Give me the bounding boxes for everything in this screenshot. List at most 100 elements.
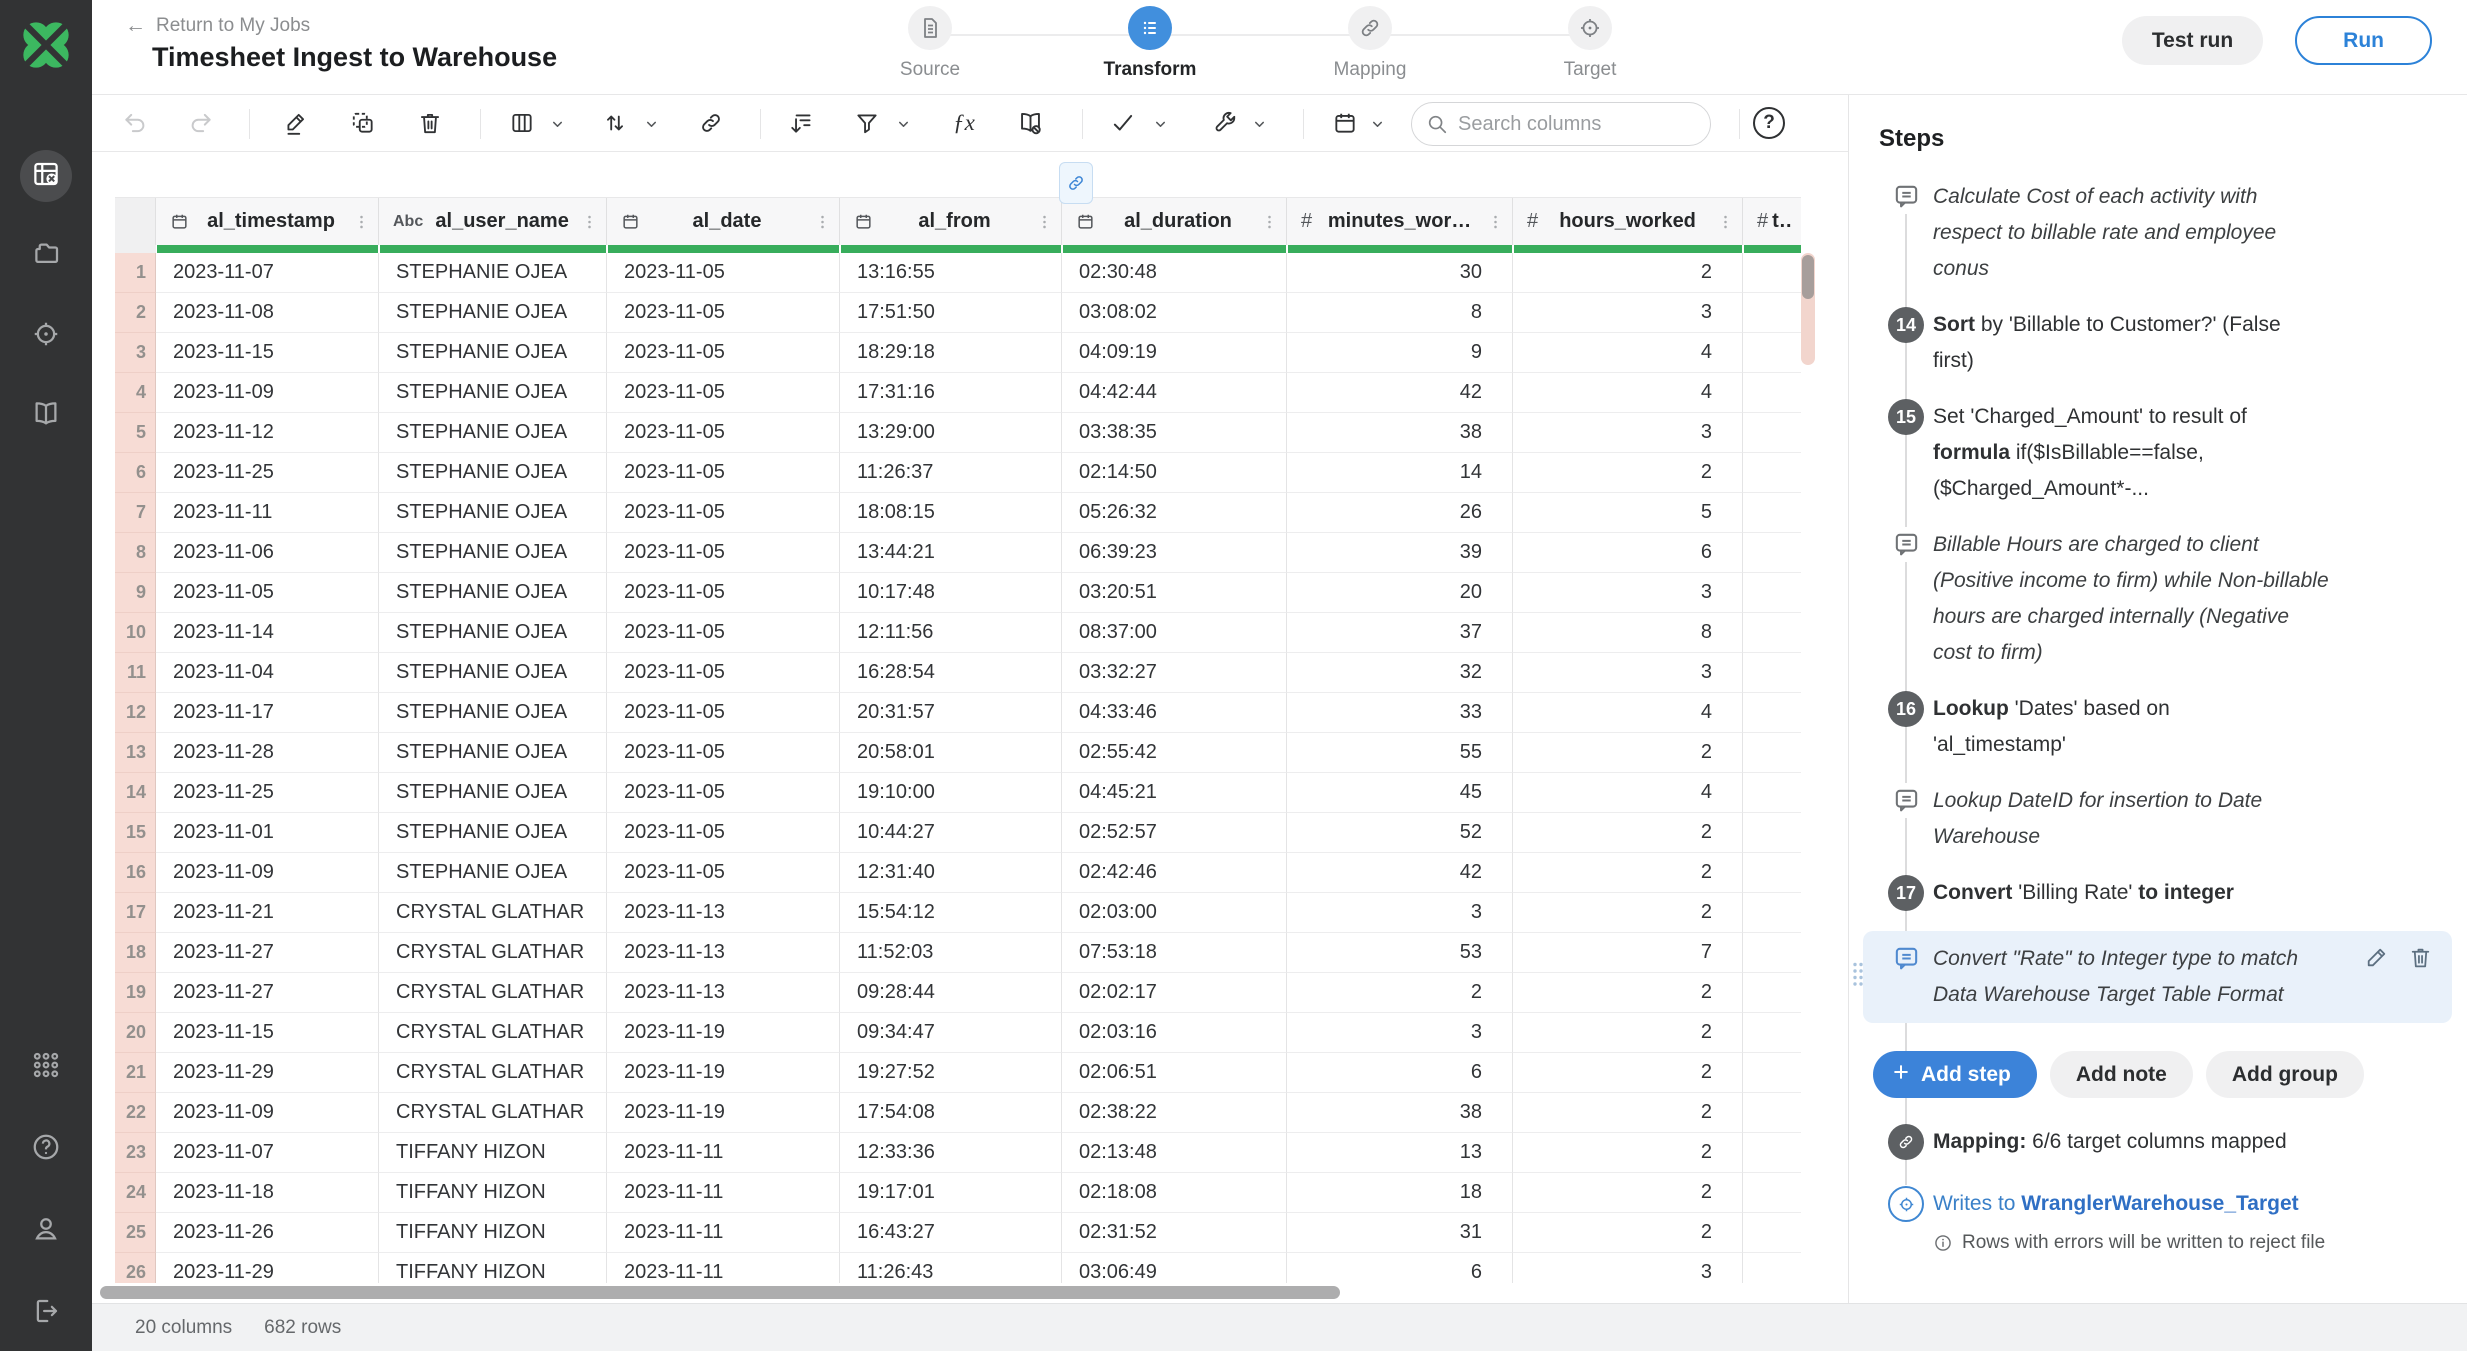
cell-tot[interactable] bbox=[1743, 653, 1801, 693]
sort-icon[interactable] bbox=[598, 106, 632, 140]
cell-al_date[interactable]: 2023-11-11 bbox=[607, 1213, 840, 1253]
vertical-scrollbar[interactable] bbox=[1802, 255, 1814, 299]
cell-al_timestamp[interactable]: 2023-11-07 bbox=[156, 253, 379, 293]
cell-al_user_name[interactable]: TIFFANY HIZON bbox=[379, 1173, 607, 1213]
row-number[interactable]: 10 bbox=[115, 613, 156, 653]
cell-al_timestamp[interactable]: 2023-11-25 bbox=[156, 773, 379, 813]
cell-al_duration[interactable]: 02:02:17 bbox=[1062, 973, 1287, 1013]
cell-tot[interactable] bbox=[1743, 973, 1801, 1013]
row-number[interactable]: 13 bbox=[115, 733, 156, 773]
cell-al_duration[interactable]: 02:42:46 bbox=[1062, 853, 1287, 893]
cell-al_user_name[interactable]: STEPHANIE OJEA bbox=[379, 813, 607, 853]
cell-al_timestamp[interactable]: 2023-11-28 bbox=[156, 733, 379, 773]
cell-al_duration[interactable]: 02:06:51 bbox=[1062, 1053, 1287, 1093]
cell-al_timestamp[interactable]: 2023-11-29 bbox=[156, 1253, 379, 1283]
cell-al_from[interactable]: 11:26:37 bbox=[840, 453, 1062, 493]
cell-tot[interactable] bbox=[1743, 1133, 1801, 1173]
column-header-tot[interactable]: #tot bbox=[1743, 198, 1801, 245]
column-menu-kebab-icon[interactable] bbox=[1795, 211, 1801, 233]
cell-al_from[interactable]: 10:44:27 bbox=[840, 813, 1062, 853]
row-number[interactable]: 22 bbox=[115, 1093, 156, 1133]
cell-al_date[interactable]: 2023-11-05 bbox=[607, 653, 840, 693]
add-step-button[interactable]: Add step bbox=[1873, 1051, 2037, 1098]
cell-hours_worked[interactable]: 7 bbox=[1513, 933, 1743, 973]
column-menu-kebab-icon[interactable] bbox=[1036, 211, 1053, 233]
row-number[interactable]: 5 bbox=[115, 413, 156, 453]
cell-hours_worked[interactable]: 2 bbox=[1513, 1093, 1743, 1133]
target-summary-row[interactable]: Writes to WranglerWarehouse_Target bbox=[1888, 1186, 2467, 1222]
cell-minutes_wor…[interactable]: 31 bbox=[1287, 1213, 1513, 1253]
cell-al_from[interactable]: 11:52:03 bbox=[840, 933, 1062, 973]
step-note[interactable]: Lookup DateID for insertion to DateWareh… bbox=[1849, 783, 2467, 855]
cell-al_user_name[interactable]: STEPHANIE OJEA bbox=[379, 453, 607, 493]
cell-tot[interactable] bbox=[1743, 373, 1801, 413]
cell-hours_worked[interactable]: 4 bbox=[1513, 693, 1743, 733]
sidebar-item-logout[interactable] bbox=[28, 1295, 64, 1331]
row-number[interactable]: 16 bbox=[115, 853, 156, 893]
cell-al_duration[interactable]: 02:31:52 bbox=[1062, 1213, 1287, 1253]
step-15[interactable]: 15Set 'Charged_Amount' to result offormu… bbox=[1849, 399, 2467, 507]
cell-al_user_name[interactable]: STEPHANIE OJEA bbox=[379, 733, 607, 773]
chevron-down-icon[interactable] bbox=[548, 115, 566, 133]
help-icon[interactable] bbox=[1753, 107, 1785, 139]
cell-tot[interactable] bbox=[1743, 1013, 1801, 1053]
cell-minutes_wor…[interactable]: 42 bbox=[1287, 853, 1513, 893]
cell-al_duration[interactable]: 02:30:48 bbox=[1062, 253, 1287, 293]
cell-tot[interactable] bbox=[1743, 1093, 1801, 1133]
mapping-summary-row[interactable]: Mapping: 6/6 target columns mapped bbox=[1888, 1124, 2467, 1160]
row-number[interactable]: 2 bbox=[115, 293, 156, 333]
cell-al_from[interactable]: 16:28:54 bbox=[840, 653, 1062, 693]
cell-tot[interactable] bbox=[1743, 853, 1801, 893]
cell-al_timestamp[interactable]: 2023-11-29 bbox=[156, 1053, 379, 1093]
cell-al_user_name[interactable]: CRYSTAL GLATHAR bbox=[379, 1093, 607, 1133]
cell-tot[interactable] bbox=[1743, 573, 1801, 613]
cell-al_date[interactable]: 2023-11-05 bbox=[607, 573, 840, 613]
cell-al_date[interactable]: 2023-11-05 bbox=[607, 613, 840, 653]
date-calendar-icon[interactable] bbox=[1328, 106, 1362, 140]
cell-al_from[interactable]: 20:31:57 bbox=[840, 693, 1062, 733]
edit-note-icon[interactable] bbox=[2364, 945, 2390, 971]
row-number[interactable]: 4 bbox=[115, 373, 156, 413]
row-number[interactable]: 9 bbox=[115, 573, 156, 613]
row-number[interactable]: 21 bbox=[115, 1053, 156, 1093]
cell-al_timestamp[interactable]: 2023-11-21 bbox=[156, 893, 379, 933]
cell-hours_worked[interactable]: 3 bbox=[1513, 293, 1743, 333]
cell-al_timestamp[interactable]: 2023-11-06 bbox=[156, 533, 379, 573]
cell-al_duration[interactable]: 02:03:00 bbox=[1062, 893, 1287, 933]
cell-al_duration[interactable]: 02:03:16 bbox=[1062, 1013, 1287, 1053]
cell-al_timestamp[interactable]: 2023-11-01 bbox=[156, 813, 379, 853]
sidebar-item-apps[interactable] bbox=[28, 1049, 64, 1085]
cell-minutes_wor…[interactable]: 13 bbox=[1287, 1133, 1513, 1173]
cell-tot[interactable] bbox=[1743, 933, 1801, 973]
join-link-icon[interactable] bbox=[694, 106, 728, 140]
cell-tot[interactable] bbox=[1743, 253, 1801, 293]
writes-to-link[interactable]: Writes to WranglerWarehouse_Target bbox=[1933, 1192, 2299, 1216]
cell-al_user_name[interactable]: CRYSTAL GLATHAR bbox=[379, 1013, 607, 1053]
cell-tot[interactable] bbox=[1743, 1173, 1801, 1213]
cell-tot[interactable] bbox=[1743, 773, 1801, 813]
cell-al_timestamp[interactable]: 2023-11-15 bbox=[156, 333, 379, 373]
cell-al_date[interactable]: 2023-11-11 bbox=[607, 1133, 840, 1173]
cell-hours_worked[interactable]: 8 bbox=[1513, 613, 1743, 653]
cell-al_from[interactable]: 13:29:00 bbox=[840, 413, 1062, 453]
cell-al_date[interactable]: 2023-11-05 bbox=[607, 493, 840, 533]
cell-al_user_name[interactable]: CRYSTAL GLATHAR bbox=[379, 1053, 607, 1093]
column-menu-kebab-icon[interactable] bbox=[1487, 211, 1504, 233]
cell-al_duration[interactable]: 04:09:19 bbox=[1062, 333, 1287, 373]
cell-al_timestamp[interactable]: 2023-11-27 bbox=[156, 933, 379, 973]
cell-al_date[interactable]: 2023-11-19 bbox=[607, 1053, 840, 1093]
cell-al_date[interactable]: 2023-11-05 bbox=[607, 293, 840, 333]
cell-al_timestamp[interactable]: 2023-11-18 bbox=[156, 1173, 379, 1213]
step-16[interactable]: 16Lookup 'Dates' based on'al_timestamp' bbox=[1849, 691, 2467, 763]
cell-hours_worked[interactable]: 2 bbox=[1513, 1173, 1743, 1213]
sidebar-item-library[interactable] bbox=[20, 390, 72, 442]
cell-al_date[interactable]: 2023-11-13 bbox=[607, 933, 840, 973]
cell-hours_worked[interactable]: 3 bbox=[1513, 573, 1743, 613]
chevron-down-icon[interactable] bbox=[1151, 115, 1169, 133]
cell-al_date[interactable]: 2023-11-05 bbox=[607, 453, 840, 493]
cell-hours_worked[interactable]: 6 bbox=[1513, 533, 1743, 573]
cell-minutes_wor…[interactable]: 30 bbox=[1287, 253, 1513, 293]
cell-al_from[interactable]: 09:28:44 bbox=[840, 973, 1062, 1013]
cell-al_from[interactable]: 16:43:27 bbox=[840, 1213, 1062, 1253]
cell-al_from[interactable]: 19:10:00 bbox=[840, 773, 1062, 813]
